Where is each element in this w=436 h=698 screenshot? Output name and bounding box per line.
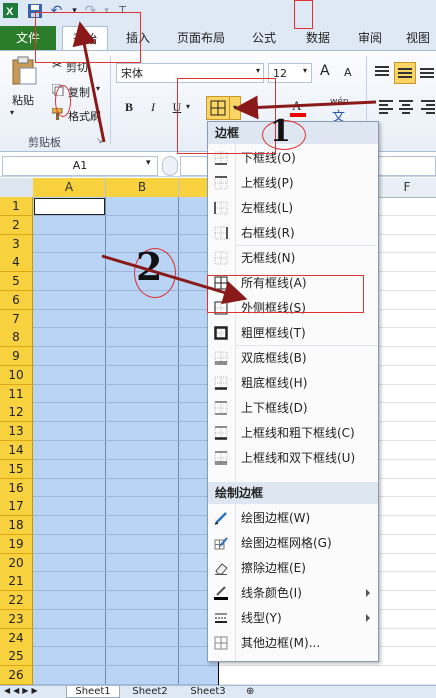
arrow-to-border-button [234,95,377,120]
arrow-to-home-tab [72,21,106,143]
annotation-arrows [72,21,377,305]
arrow-to-all-borders [101,254,248,305]
